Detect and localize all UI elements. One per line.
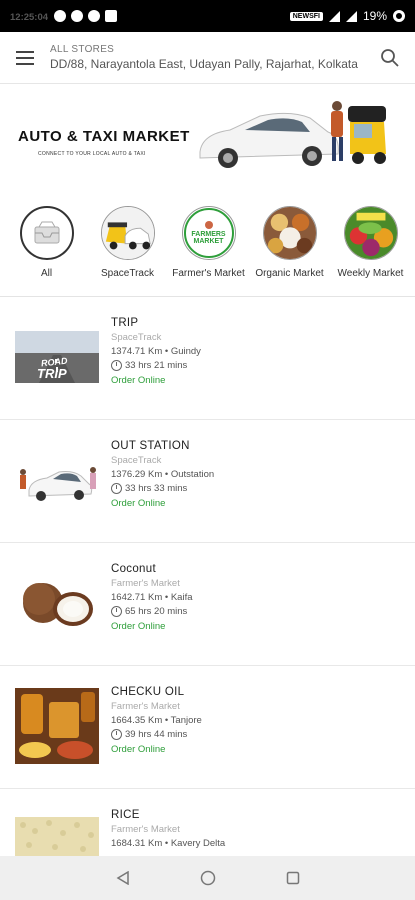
item-thumbnail: [15, 817, 99, 857]
item-distance: 1684.31 Km • Kavery Delta: [111, 838, 226, 849]
item-time: 33 hrs 33 mins: [125, 483, 188, 494]
store-label: ALL STORES: [50, 44, 115, 55]
system-nav-bar: [0, 856, 415, 900]
spacetrack-image: [100, 206, 155, 260]
home-circle-icon[interactable]: [193, 863, 223, 893]
item-thumbnail: ROAD TRIP: [15, 331, 99, 383]
category-organic-market[interactable]: Organic Market: [249, 206, 330, 290]
category-label: Organic Market: [255, 268, 324, 279]
store-selector[interactable]: ALL STORES DD/88, Narayantola East, Uday…: [50, 44, 365, 71]
category-label: All: [40, 268, 53, 279]
item-store: SpaceTrack: [111, 455, 162, 466]
order-online-link[interactable]: Order Online: [111, 498, 214, 509]
item-thumbnail: [15, 577, 99, 629]
weekly-market-image: [343, 206, 398, 260]
item-thumbnail: [15, 688, 99, 764]
category-all[interactable]: All: [6, 206, 87, 290]
banner-subtitle: CONNECT TO YOUR LOCAL AUTO & TAXI: [38, 150, 146, 157]
app-header: ALL STORES DD/88, Narayantola East, Uday…: [0, 32, 415, 84]
farmers-badge-line1: FARMERS: [191, 231, 226, 238]
banner-illustration: [190, 92, 410, 192]
item-name: CHECKU OIL: [111, 686, 185, 698]
item-time: 39 hrs 44 mins: [125, 729, 188, 740]
back-triangle-icon[interactable]: [108, 863, 138, 893]
clock-icon: [111, 729, 122, 740]
banner-title: AUTO & TAXI MARKET: [18, 127, 190, 145]
category-label: Weekly Market: [337, 268, 404, 279]
clock-icon: [111, 360, 122, 371]
item-time: 65 hrs 20 mins: [125, 606, 188, 617]
item-store: Farmer's Market: [111, 701, 180, 712]
signal-icon: [345, 10, 357, 22]
status-time: 12:25:04: [10, 12, 49, 23]
farmers-market-logo: FARMERS MARKET: [181, 206, 236, 260]
thumb-text-trip: TRIP: [37, 366, 67, 381]
item-name: TRIP: [111, 317, 139, 329]
clock-icon: [111, 606, 122, 617]
order-online-link[interactable]: Order Online: [111, 375, 201, 386]
item-distance: 1376.29 Km • Outstation: [111, 469, 215, 480]
farmers-badge-line2: MARKET: [193, 238, 224, 245]
search-icon[interactable]: [365, 32, 415, 84]
list-item[interactable]: OUT STATION SpaceTrack 1376.29 Km • Outs…: [0, 420, 415, 543]
category-spacetrack[interactable]: SpaceTrack: [87, 206, 168, 290]
item-store: SpaceTrack: [111, 332, 162, 343]
category-label: Farmer's Market: [172, 268, 245, 279]
cloud-icon: [54, 10, 67, 22]
list-item[interactable]: CHECKU OIL Farmer's Market 1664.35 Km • …: [0, 666, 415, 789]
category-weekly-market[interactable]: Weekly Market: [330, 206, 411, 290]
item-name: Coconut: [111, 563, 156, 575]
item-name: OUT STATION: [111, 440, 190, 452]
store-item-list: ROAD TRIP TRIP SpaceTrack 1374.71 Km • G…: [0, 297, 415, 900]
recents-square-icon[interactable]: [278, 863, 308, 893]
item-distance: 1664.35 Km • Tanjore: [111, 715, 202, 726]
hamburger-icon[interactable]: [0, 32, 50, 84]
status-bar: 12:25:04 NEWSFI 19%: [0, 0, 415, 32]
category-strip: All SpaceTrack FARMERS MARKET Farmer's M…: [0, 206, 415, 290]
item-distance: 1374.71 Km • Guindy: [111, 346, 201, 357]
fire-icon: [88, 10, 101, 22]
sync-icon: [393, 10, 405, 22]
category-label: SpaceTrack: [101, 268, 154, 279]
item-store: Farmer's Market: [111, 578, 180, 589]
promo-banner[interactable]: AUTO & TAXI MARKET CONNECT TO YOUR LOCAL…: [0, 92, 415, 192]
gmail-icon: [105, 10, 118, 22]
item-thumbnail: [15, 454, 99, 506]
clock-icon: [111, 483, 122, 494]
inbox-icon: [19, 206, 74, 260]
order-online-link[interactable]: Order Online: [111, 621, 193, 632]
category-farmers-market[interactable]: FARMERS MARKET Farmer's Market: [168, 206, 249, 290]
battery-text: 19%: [362, 9, 387, 23]
item-distance: 1642.71 Km • Kaifa: [111, 592, 193, 603]
network-badge: NEWSFI: [289, 11, 323, 21]
list-item[interactable]: ROAD TRIP TRIP SpaceTrack 1374.71 Km • G…: [0, 297, 415, 420]
order-online-link[interactable]: Order Online: [111, 744, 202, 755]
messenger-icon: [71, 10, 84, 22]
organic-market-image: [262, 206, 317, 260]
item-store: Farmer's Market: [111, 824, 180, 835]
item-name: RICE: [111, 809, 140, 821]
store-address: DD/88, Narayantola East, Udayan Pally, R…: [50, 57, 358, 71]
notification-icons: [54, 10, 118, 22]
item-time: 33 hrs 21 mins: [125, 360, 188, 371]
wifi-icon: [328, 10, 340, 22]
list-item[interactable]: Coconut Farmer's Market 1642.71 Km • Kai…: [0, 543, 415, 666]
